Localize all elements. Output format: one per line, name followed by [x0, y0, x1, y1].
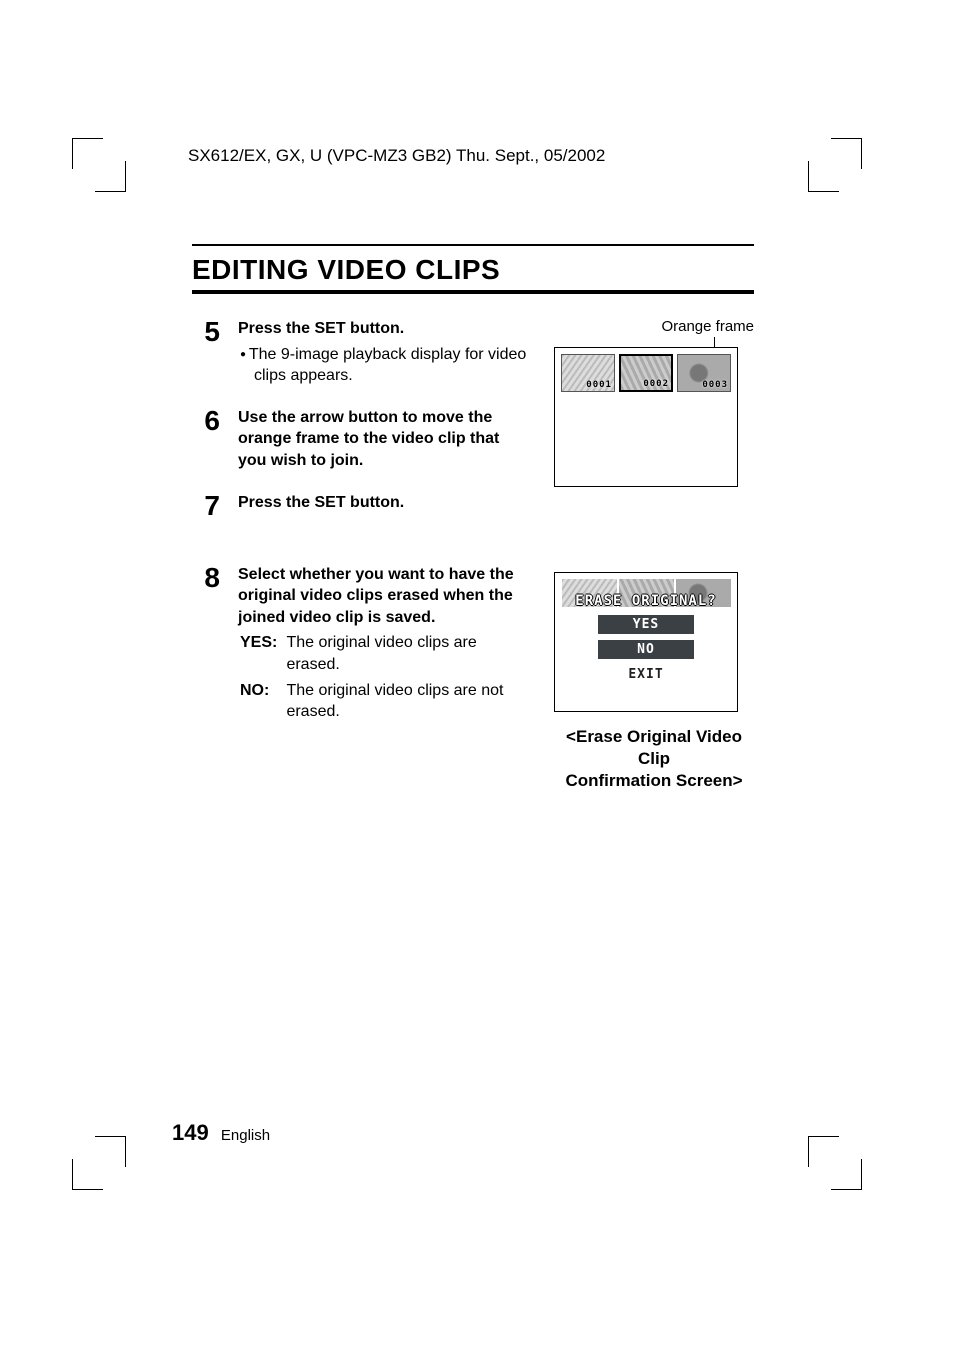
confirm-screen: ERASE ORIGINAL? YES NO EXIT	[554, 572, 738, 712]
step-5: 5 Press the SET button. The 9-image play…	[192, 318, 530, 387]
crop-mark-bottom-right	[808, 1136, 862, 1190]
step-number: 5	[192, 318, 220, 346]
step-8: 8 Select whether you want to have the or…	[192, 564, 530, 723]
dialog-title: ERASE ORIGINAL?	[575, 593, 716, 609]
step-7: 7 Press the SET button.	[192, 492, 530, 520]
step-heading: Use the arrow button to move the orange …	[238, 407, 530, 472]
step-heading: Select whether you want to have the orig…	[238, 564, 530, 629]
crop-mark-bottom-left	[72, 1136, 126, 1190]
thumbnail-id: 0003	[702, 380, 728, 390]
option-yes: YES	[598, 615, 694, 634]
thumbnail: 0001	[561, 354, 615, 392]
option-text: The original video clips are not erased.	[286, 680, 524, 723]
page-footer: 149 English	[172, 1120, 270, 1146]
page-title: EDITING VIDEO CLIPS	[192, 254, 754, 286]
caption-line: <Erase Original Video Clip	[566, 727, 742, 768]
page-language: English	[221, 1127, 270, 1144]
thumbnail-id: 0002	[643, 379, 669, 389]
playback-screen: 0001 0002 0003	[554, 347, 738, 487]
title-rule	[192, 244, 754, 246]
option-exit: EXIT	[598, 665, 694, 684]
thumbnail-id: 0001	[586, 380, 612, 390]
page-number: 149	[172, 1120, 209, 1145]
step-number: 8	[192, 564, 220, 592]
leader-line	[714, 337, 715, 347]
caption-line: Confirmation Screen>	[565, 771, 742, 790]
thumbnail: 0003	[677, 354, 731, 392]
step-6: 6 Use the arrow button to move the orang…	[192, 407, 530, 472]
figure-caption: <Erase Original Video Clip Confirmation …	[554, 726, 754, 792]
option-label-yes: YES:	[240, 632, 282, 654]
title-rule	[192, 290, 754, 294]
crop-mark-top-left	[72, 138, 126, 192]
figure-label: Orange frame	[554, 318, 754, 335]
step-bullet: The 9-image playback display for video c…	[240, 344, 530, 387]
thumbnail-selected: 0002	[619, 354, 673, 392]
option-no: NO	[598, 640, 694, 659]
step-number: 7	[192, 492, 220, 520]
step-heading: Press the SET button.	[238, 318, 530, 340]
crop-mark-top-right	[808, 138, 862, 192]
option-label-no: NO:	[240, 680, 282, 702]
step-heading: Press the SET button.	[238, 492, 530, 514]
doc-header: SX612/EX, GX, U (VPC-MZ3 GB2) Thu. Sept.…	[188, 146, 605, 166]
option-text: The original video clips are erased.	[286, 632, 524, 675]
step-number: 6	[192, 407, 220, 435]
